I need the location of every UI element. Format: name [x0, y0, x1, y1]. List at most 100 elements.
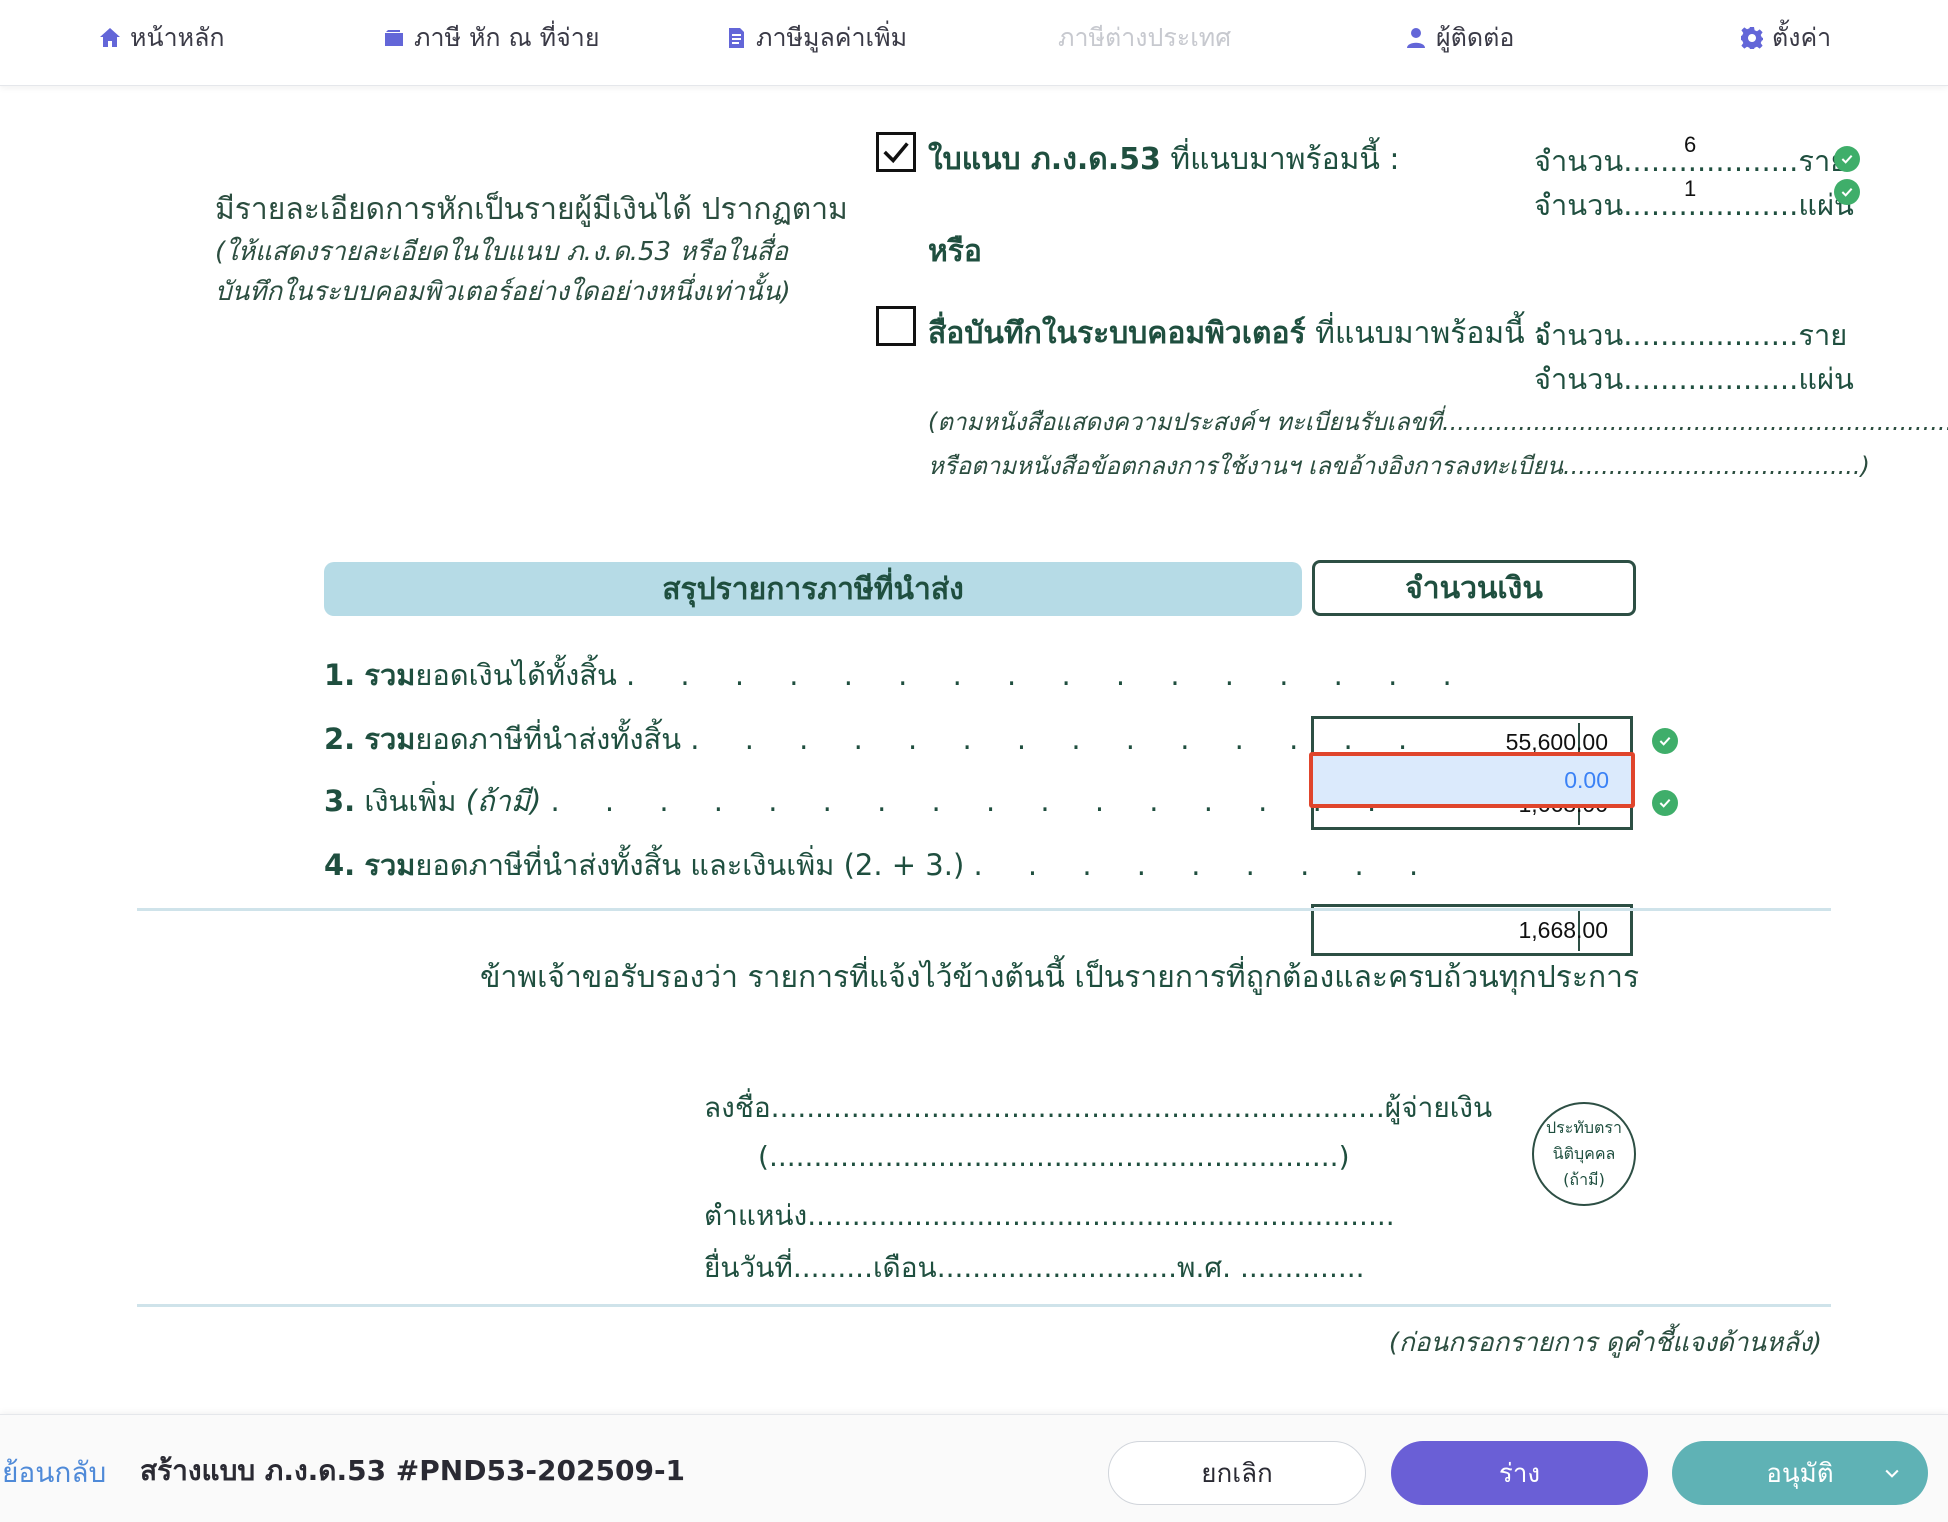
- certification-text: ข้าพเจ้าขอรับรองว่า รายการที่แจ้งไว้ข้าง…: [480, 960, 1640, 995]
- user-icon: [1404, 26, 1428, 50]
- attachment-label-bold: ใบแนบ ภ.ง.ด.53: [928, 142, 1161, 177]
- sign-label: ลงชื่อ: [704, 1091, 771, 1124]
- surcharge-value: 0.00: [1564, 767, 1609, 793]
- check-circle-icon: [1834, 146, 1860, 172]
- cancel-button[interactable]: ยกเลิก: [1108, 1441, 1366, 1505]
- row-bold: รวม: [364, 848, 416, 882]
- seal-line-2: นิติบุคคล: [1552, 1144, 1616, 1163]
- seal-line-1: ประทับตรา: [1545, 1118, 1622, 1137]
- media-option-label: สื่อบันทึกในระบบคอมพิวเตอร์ ที่แนบมาพร้อ…: [928, 310, 1544, 357]
- attachment-option-label: ใบแนบ ภ.ง.ด.53 ที่แนบมาพร้อมนี้ :: [928, 136, 1400, 183]
- summary-row-3-label: 3. เงินเพิ่ม (ถ้ามี) . . . . . . . . . .…: [324, 784, 1395, 818]
- media-note-1: (ตามหนังสือแสดงความประสงค์ฯ ทะเบียนรับเล…: [928, 408, 1948, 436]
- name-line: (.......................................…: [758, 1140, 1350, 1173]
- month-label: เดือน: [872, 1251, 937, 1284]
- summary-row-2-label: 2. รวมยอดภาษีที่นำส่งทั้งสิ้น . . . . . …: [324, 722, 1426, 756]
- grand-total-value: 1,668.00: [1518, 917, 1608, 943]
- sheets-unit: แผ่น: [1798, 362, 1854, 396]
- row-text: ยอดเงินได้ทั้งสิ้น: [415, 658, 617, 692]
- count-label: จำนวน: [1534, 188, 1624, 222]
- row-text: เงินเพิ่ม: [364, 784, 457, 818]
- action-bar: ย้อนกลับ สร้างแบบ ภ.ง.ด.53 #PND53-202509…: [0, 1414, 1948, 1522]
- media-label-rest: ที่แนบมาพร้อมนี้ :: [1305, 316, 1545, 351]
- row-number: 3.: [324, 784, 356, 818]
- position-label: ตำแหน่ง: [704, 1199, 808, 1232]
- row-text: ยอดภาษีที่นำส่งทั้งสิ้น: [415, 722, 682, 756]
- checkmark-icon: [883, 142, 909, 164]
- row-text: ยอดภาษีที่นำส่งทั้งสิ้น และเงินเพิ่ม (2.…: [415, 848, 965, 882]
- draft-button-label: ร่าง: [1498, 1458, 1541, 1489]
- nav-label-vat: ภาษีมูลค่าเพิ่ม: [756, 23, 908, 52]
- row-italic: (ถ้ามี): [465, 784, 542, 818]
- media-checkbox[interactable]: [876, 306, 916, 346]
- surcharge-input[interactable]: 0.00: [1309, 752, 1635, 808]
- seal-line-3: (ถ้ามี): [1563, 1170, 1605, 1189]
- approve-button[interactable]: อนุมัติ: [1672, 1441, 1928, 1505]
- or-label: หรือ: [928, 234, 982, 269]
- row-bold: รวม: [364, 722, 416, 756]
- intro-note-1: (ให้แสดงรายละเอียดในใบแนบ ภ.ง.ด.53 หรือใ…: [215, 237, 789, 267]
- payer-label: ผู้จ่ายเงิน: [1384, 1091, 1493, 1124]
- chevron-down-icon[interactable]: [1882, 1463, 1902, 1483]
- nav-item-contacts[interactable]: ผู้ติดต่อ: [1404, 20, 1514, 56]
- check-circle-icon: [1834, 179, 1860, 205]
- media-note-2-text: หรือตามหนังสือข้อตกลงการใช้งานฯ เลขอ้างอ…: [928, 452, 1563, 480]
- count-label: จำนวน: [1534, 318, 1624, 352]
- draft-button[interactable]: ร่าง: [1391, 1441, 1648, 1505]
- year-label: พ.ศ.: [1177, 1251, 1232, 1284]
- nav-item-foreign-tax: ภาษีต่างประเทศ: [1058, 20, 1231, 56]
- nav-label-contacts: ผู้ติดต่อ: [1436, 23, 1515, 52]
- date-label: ยื่นวันที่: [704, 1251, 793, 1284]
- signature-line: ลงชื่อ..................................…: [704, 1091, 1493, 1124]
- company-seal: ประทับตรา นิติบุคคล (ถ้ามี): [1532, 1102, 1636, 1206]
- nav-item-withholding-tax[interactable]: ภาษี หัก ณ ที่จ่าย: [382, 20, 599, 56]
- attachment-checkbox[interactable]: [876, 132, 916, 172]
- pnd53-form-page: มีรายละเอียดการหักเป็นรายผู้มีเงินได้ ปร…: [0, 86, 1948, 1414]
- media-sheets-row: จำนวน...................แผ่น: [1534, 362, 1854, 396]
- row-number: 4.: [324, 848, 356, 882]
- check-circle-icon: [1652, 728, 1678, 754]
- intro-text: มีรายละเอียดการหักเป็นรายผู้มีเงินได้ ปร…: [215, 192, 848, 227]
- count-label: จำนวน: [1534, 362, 1624, 396]
- persons-unit: ราย: [1798, 318, 1848, 352]
- nav-label-foreign-tax: ภาษีต่างประเทศ: [1058, 23, 1232, 52]
- media-note-2-end: ): [1860, 452, 1870, 480]
- open-paren: (: [758, 1140, 769, 1173]
- nav-label-withholding-tax: ภาษี หัก ณ ที่จ่าย: [414, 23, 600, 52]
- summary-title: สรุปรายการภาษีที่นำส่ง: [324, 562, 1302, 616]
- divider-line: [137, 1304, 1831, 1307]
- close-paren: ): [1338, 1140, 1350, 1173]
- nav-item-home[interactable]: หน้าหลัก: [98, 20, 225, 56]
- date-line: ยื่นวันที่.........เดือน................…: [704, 1251, 1365, 1284]
- grand-total-box: 1,668.00: [1311, 904, 1633, 956]
- wallet-icon: [382, 26, 406, 50]
- attachment-persons-value[interactable]: 6: [1684, 132, 1696, 158]
- amount-header: จำนวนเงิน: [1312, 560, 1636, 616]
- row-number: 1.: [324, 658, 356, 692]
- nav-label-home: หน้าหลัก: [130, 23, 225, 52]
- home-icon: [98, 26, 122, 50]
- nav-label-settings: ตั้งค่า: [1772, 23, 1832, 52]
- row-number: 2.: [324, 722, 356, 756]
- media-note-2: หรือตามหนังสือข้อตกลงการใช้งานฯ เลขอ้างอ…: [928, 452, 1870, 480]
- media-persons-row: จำนวน...................ราย: [1534, 318, 1848, 352]
- approve-button-label: อนุมัติ: [1766, 1458, 1834, 1489]
- attachment-sheets-value[interactable]: 1: [1684, 176, 1696, 202]
- count-label: จำนวน: [1534, 144, 1624, 178]
- attachment-label-rest: ที่แนบมาพร้อมนี้ :: [1160, 142, 1400, 177]
- media-note-1-text: (ตามหนังสือแสดงความประสงค์ฯ ทะเบียนรับเล…: [928, 408, 1442, 436]
- media-label-bold: สื่อบันทึกในระบบคอมพิวเตอร์: [928, 316, 1306, 351]
- nav-item-vat[interactable]: ภาษีมูลค่าเพิ่ม: [724, 20, 907, 56]
- divider-line: [137, 908, 1831, 911]
- nav-item-settings[interactable]: ตั้งค่า: [1740, 20, 1831, 56]
- footnote: (ก่อนกรอกรายการ ดูคำชี้แจงด้านหลัง): [1388, 1328, 1822, 1358]
- intro-note-2: บันทึกในระบบคอมพิวเตอร์อย่างใดอย่างหนึ่ง…: [215, 277, 791, 307]
- row-bold: รวม: [364, 658, 416, 692]
- top-navigation: หน้าหลัก ภาษี หัก ณ ที่จ่าย ภาษีมูลค่าเพ…: [0, 0, 1948, 86]
- form-title: สร้างแบบ ภ.ง.ด.53 #PND53-202509-1: [140, 1454, 686, 1487]
- document-icon: [724, 26, 748, 50]
- back-link[interactable]: ย้อนกลับ: [2, 1451, 106, 1495]
- check-circle-icon: [1652, 790, 1678, 816]
- gear-icon: [1740, 26, 1764, 50]
- position-line: ตำแหน่ง.................................…: [704, 1199, 1395, 1232]
